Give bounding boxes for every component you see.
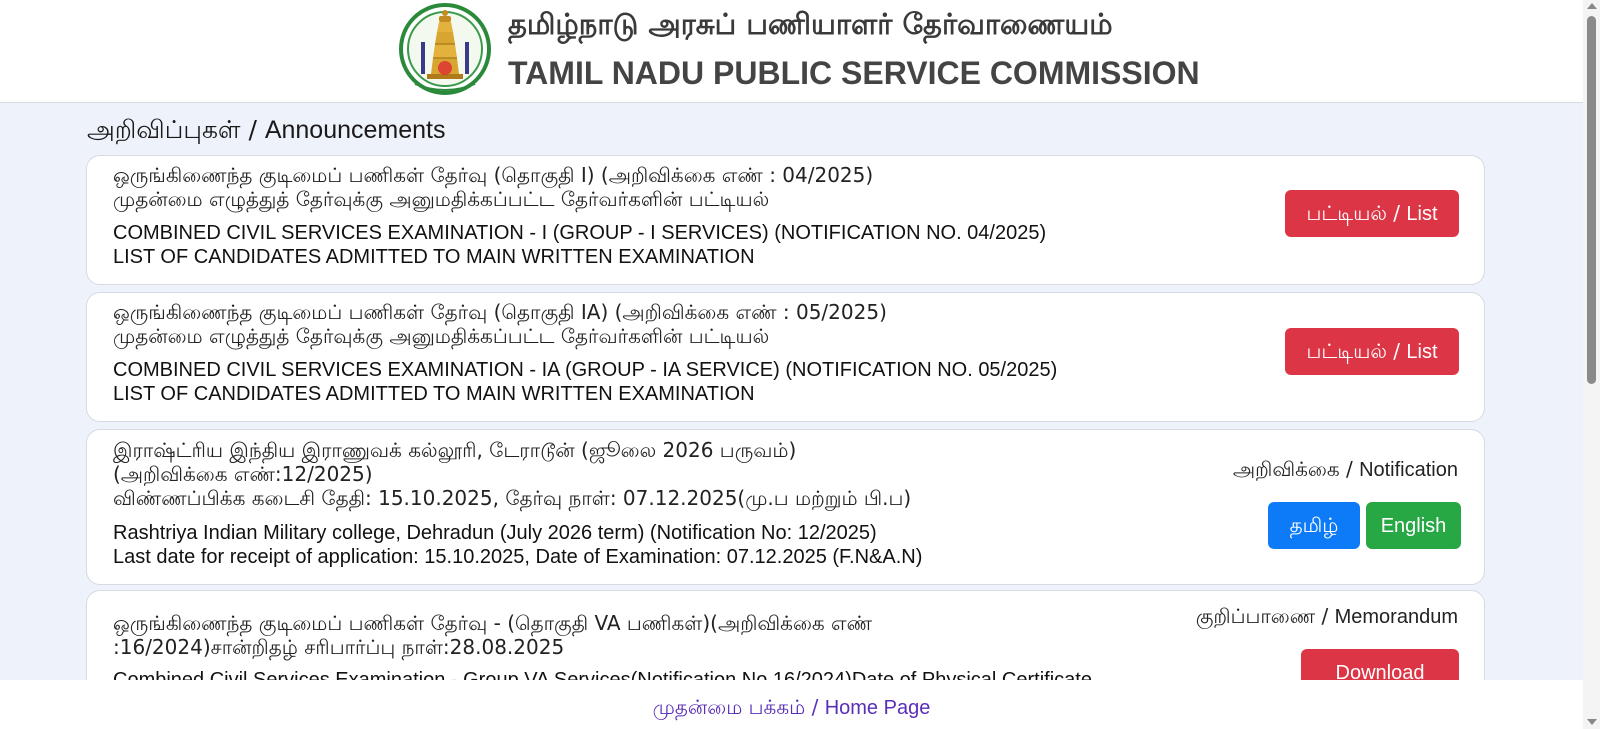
announcement-title-tamil: ஒருங்கிணைந்த குடிமைப் பணிகள் தேர்வு - (த… xyxy=(113,611,873,635)
announcement-subtitle-english: LIST OF CANDIDATES ADMITTED TO MAIN WRIT… xyxy=(113,246,755,268)
english-notification-button[interactable]: English xyxy=(1366,502,1461,549)
site-header: தமிழ்நாடு அரசுப் பணியாளர் தேர்வாணையம் TA… xyxy=(0,0,1583,103)
announcement-title-english: Rashtriya Indian Military college, Dehra… xyxy=(113,522,877,544)
list-button[interactable]: பட்டியல் / List xyxy=(1285,328,1459,375)
announcement-dates-english: Last date for receipt of application: 15… xyxy=(113,546,923,568)
announcement-dates-tamil: விண்ணப்பிக்க கடைசி தேதி: 15.10.2025, தேர… xyxy=(113,486,912,510)
page-footer: முதன்மை பக்கம் / Home Page xyxy=(0,680,1583,729)
announcement-subtitle-english: LIST OF CANDIDATES ADMITTED TO MAIN WRIT… xyxy=(113,383,755,405)
announcements-heading: அறிவிப்புகள் / Announcements xyxy=(87,115,446,148)
site-title-tamil: தமிழ்நாடு அரசுப் பணியாளர் தேர்வாணையம் xyxy=(508,7,1113,41)
announcement-title-english: COMBINED CIVIL SERVICES EXAMINATION - IA… xyxy=(113,359,1058,381)
scroll-down-arrow-icon[interactable] xyxy=(1587,719,1597,725)
announcements-heading-tamil: அறிவிப்புகள் / xyxy=(87,115,265,144)
announcement-title-tamil: இராஷ்ட்ரிய இந்திய இராணுவக் கல்லூரி, டேரா… xyxy=(113,438,797,462)
announcement-title-tamil: ஒருங்கிணைந்த குடிமைப் பணிகள் தேர்வு (தொக… xyxy=(113,300,887,324)
announcement-subtitle-tamil: முதன்மை எழுத்துத் தேர்வுக்கு அனுமதிக்கப்… xyxy=(113,187,770,211)
announcement-title-tamil: ஒருங்கிணைந்த குடிமைப் பணிகள் தேர்வு (தொக… xyxy=(113,163,874,187)
announcement-card: இராஷ்ட்ரிய இந்திய இராணுவக் கல்லூரி, டேரா… xyxy=(86,429,1485,585)
memorandum-label: குறிப்பாணை / Memorandum xyxy=(1195,604,1458,628)
announcement-subtitle-tamil: முதன்மை எழுத்துத் தேர்வுக்கு அனுமதிக்கப்… xyxy=(113,324,770,348)
tamil-notification-button[interactable]: தமிழ் xyxy=(1268,502,1360,549)
announcement-notification-number-tamil: (அறிவிக்கை எண்:12/2025) xyxy=(113,462,373,486)
scroll-up-arrow-icon[interactable] xyxy=(1587,3,1597,9)
vertical-scrollbar[interactable] xyxy=(1583,0,1600,729)
site-title-english: TAMIL NADU PUBLIC SERVICE COMMISSION xyxy=(508,55,1200,91)
notification-label: அறிவிக்கை / Notification xyxy=(1232,457,1458,481)
tamil-nadu-emblem-icon xyxy=(399,3,491,95)
announcement-card: ஒருங்கிணைந்த குடிமைப் பணிகள் தேர்வு (தொக… xyxy=(86,292,1485,422)
scrollbar-thumb[interactable] xyxy=(1587,16,1596,384)
announcement-date-tamil: :16/2024)சான்றிதழ் சரிபார்ப்பு நாள்:28.0… xyxy=(113,635,565,659)
announcement-card: ஒருங்கிணைந்த குடிமைப் பணிகள் தேர்வு (தொக… xyxy=(86,155,1485,285)
home-page-link[interactable]: முதன்மை பக்கம் / Home Page xyxy=(653,695,931,722)
announcement-title-english: COMBINED CIVIL SERVICES EXAMINATION - I … xyxy=(113,222,1047,244)
announcements-heading-english: Announcements xyxy=(264,116,446,144)
list-button[interactable]: பட்டியல் / List xyxy=(1285,190,1459,237)
